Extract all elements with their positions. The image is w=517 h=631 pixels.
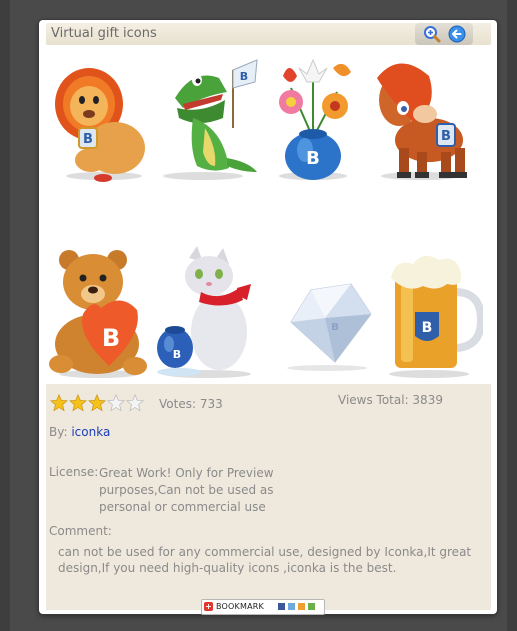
teddy-bear-icon[interactable]: B	[47, 244, 153, 380]
svg-text:B: B	[240, 70, 248, 83]
svg-text:B: B	[306, 148, 320, 169]
star-empty-icon[interactable]	[107, 394, 125, 412]
svg-text:B: B	[83, 132, 93, 147]
share-service-icon	[298, 603, 305, 610]
crocodile-icon[interactable]: B	[153, 48, 259, 184]
star-filled-icon[interactable]	[69, 394, 87, 412]
icon-set-card: Virtual gift icons B B B B B B B B Votes…	[39, 20, 497, 615]
plus-icon: +	[204, 602, 213, 611]
bookmark-button[interactable]: + BOOKMARK	[201, 599, 325, 615]
share-service-icon	[278, 603, 285, 610]
author-link[interactable]: iconka	[71, 425, 110, 439]
back-arrow-icon[interactable]	[448, 25, 466, 43]
star-filled-icon[interactable]	[50, 394, 68, 412]
diamond-icon[interactable]: B	[265, 244, 371, 380]
flower-vase-icon[interactable]: B	[261, 48, 367, 184]
icons-grid: B B B B B B B B	[41, 48, 495, 382]
svg-text:B: B	[173, 348, 181, 361]
lion-icon[interactable]: B	[49, 48, 155, 184]
svg-text:B: B	[441, 129, 451, 144]
views-total: Views Total: 3839	[338, 393, 443, 407]
beer-mug-icon[interactable]: B	[377, 244, 483, 380]
license-text: Great Work! Only for Preview purposes,Ca…	[99, 466, 274, 514]
share-service-icon	[308, 603, 315, 610]
star-filled-icon[interactable]	[88, 394, 106, 412]
pony-icon[interactable]: B	[369, 48, 475, 184]
svg-text:B: B	[331, 322, 339, 333]
share-service-icon	[288, 603, 295, 610]
author-line: By: iconka	[49, 425, 110, 439]
svg-text:B: B	[422, 320, 433, 336]
zoom-in-icon[interactable]	[423, 25, 441, 43]
title-bar: Virtual gift icons	[46, 23, 491, 45]
by-label: By:	[49, 425, 68, 439]
window-title: Virtual gift icons	[51, 26, 157, 41]
license-label: License:	[49, 465, 99, 479]
rating-stars[interactable]	[50, 394, 145, 412]
comment-label: Comment:	[49, 524, 112, 538]
cat-icon[interactable]: B	[153, 244, 259, 380]
icon-set-info-panel: Votes: 733 Views Total: 3839 By: iconka …	[46, 384, 491, 615]
left-edge-shade	[0, 0, 10, 631]
votes-count: Votes: 733	[159, 397, 223, 411]
bookmark-label: BOOKMARK	[216, 602, 264, 611]
star-empty-icon[interactable]	[126, 394, 144, 412]
title-buttons	[415, 23, 473, 45]
right-edge-shade	[507, 0, 517, 631]
comment-text: can not be used for any commercial use, …	[58, 545, 472, 575]
svg-text:B: B	[102, 324, 120, 352]
